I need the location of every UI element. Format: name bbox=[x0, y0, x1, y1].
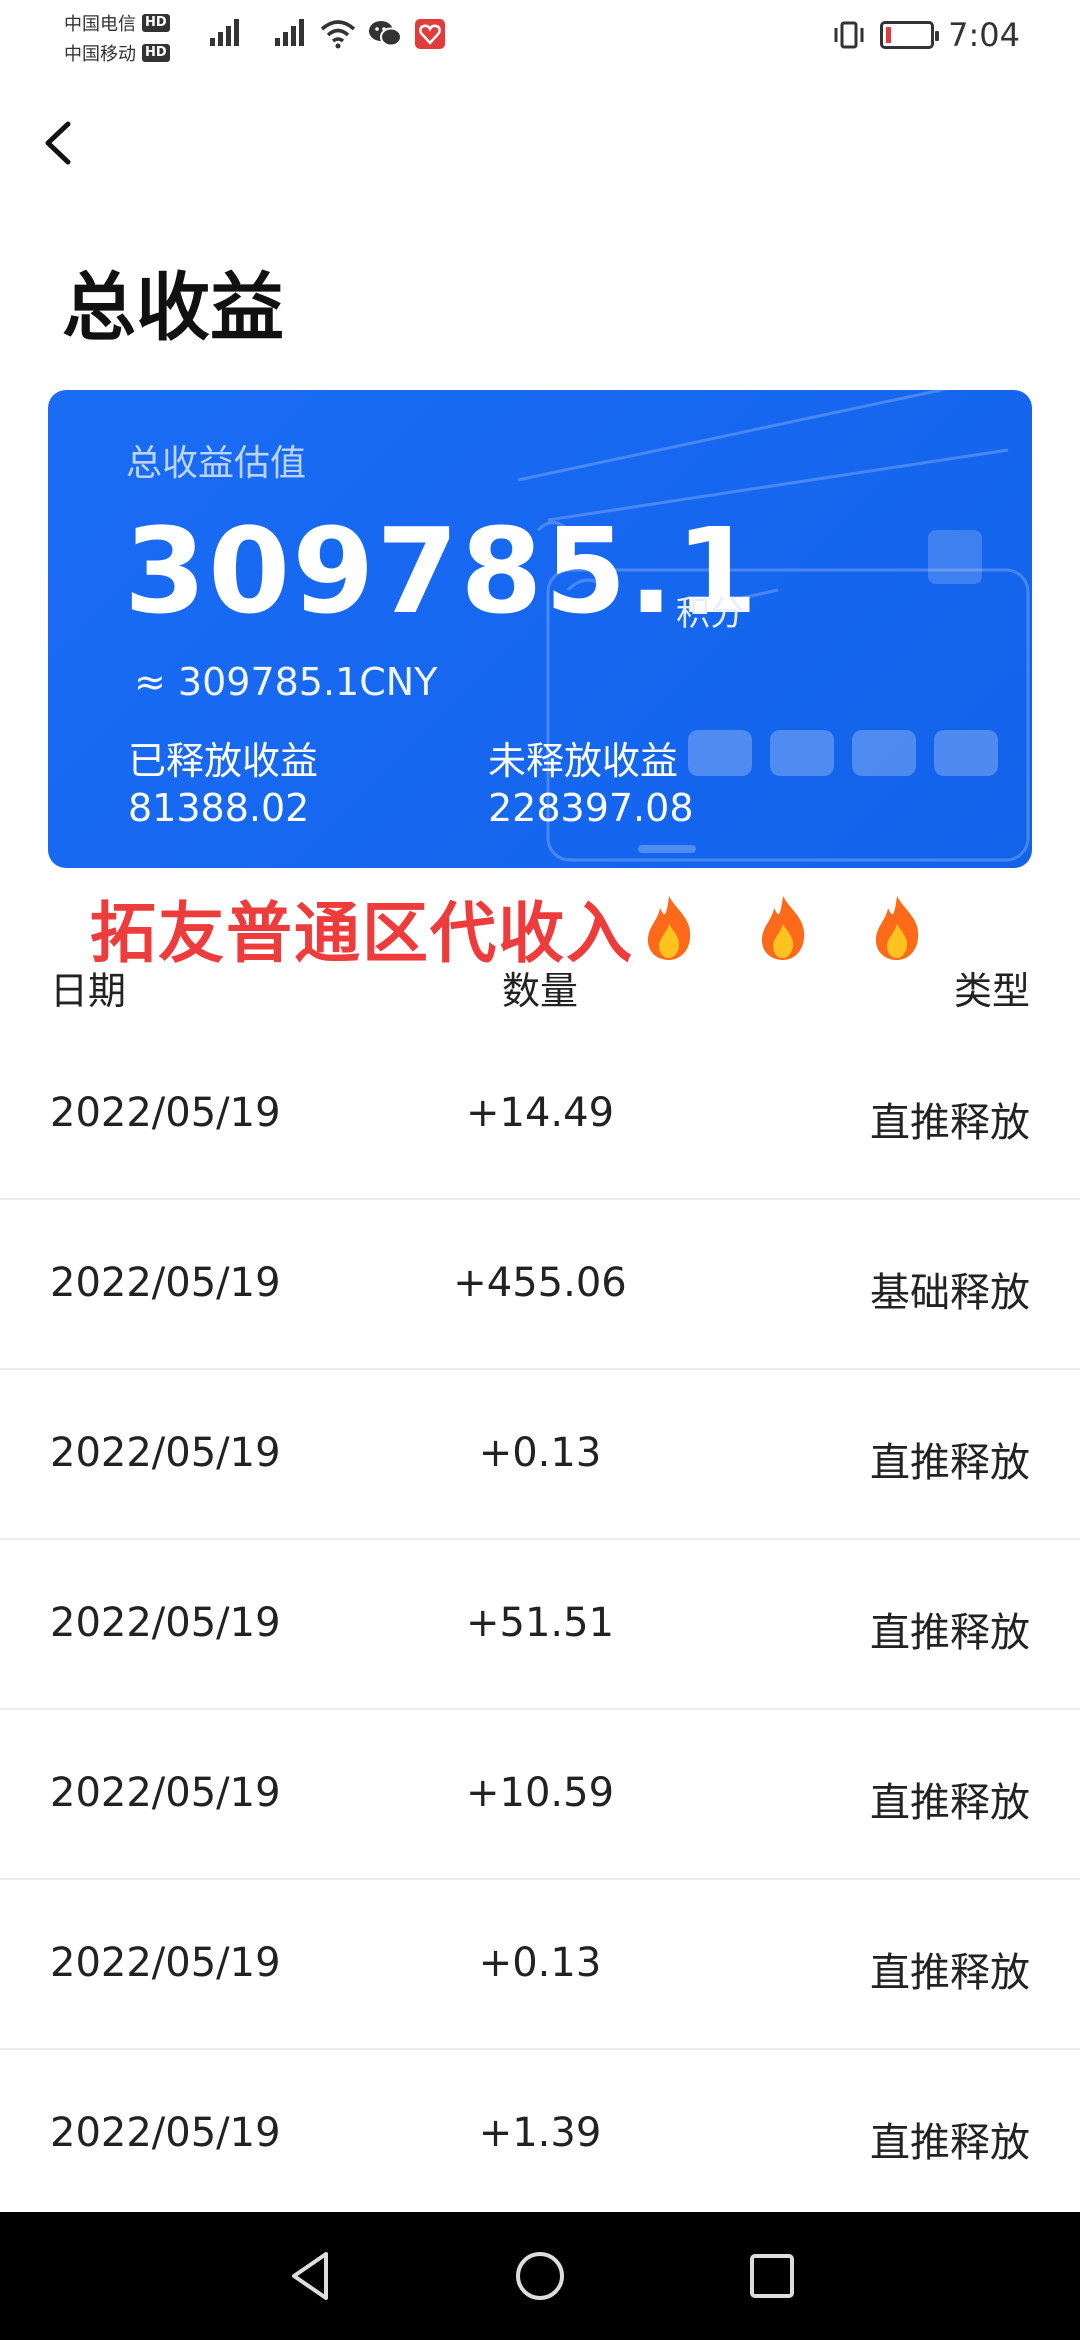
fire-icon bbox=[761, 896, 805, 960]
table-row: 2022/05/19 +0.13 直推释放 bbox=[0, 1880, 1080, 2050]
clock: 7:04 bbox=[948, 16, 1020, 54]
unreleased-earnings-label: 未释放收益 bbox=[488, 739, 679, 783]
table-row: 2022/05/19 +51.51 直推释放 bbox=[0, 1540, 1080, 1710]
nav-recent-icon[interactable] bbox=[744, 2248, 800, 2304]
row-type: 直推释放 bbox=[870, 1100, 1030, 1146]
carrier-label: 中国电信 bbox=[64, 14, 136, 35]
earnings-list: 2022/05/19 +14.49 直推释放 2022/05/19 +455.0… bbox=[0, 1030, 1080, 2220]
table-row: 2022/05/19 +0.13 直推释放 bbox=[0, 1370, 1080, 1540]
table-header: 日期 数量 类型 bbox=[0, 960, 1080, 1020]
carrier-mobile: 中国移动 HD bbox=[64, 40, 170, 66]
carrier-label: 中国移动 bbox=[64, 44, 136, 65]
app-notification-icon bbox=[415, 19, 445, 49]
header-type: 类型 bbox=[953, 969, 1030, 1013]
system-status: 7:04 bbox=[832, 16, 1020, 54]
row-type: 直推释放 bbox=[870, 1440, 1030, 1486]
table-row: 2022/05/19 +455.06 基础释放 bbox=[0, 1200, 1080, 1370]
hd-badge: HD bbox=[142, 44, 170, 62]
signal-icon bbox=[210, 18, 239, 46]
row-type: 基础释放 bbox=[870, 1270, 1030, 1316]
battery-low-icon bbox=[880, 21, 940, 49]
row-type: 直推释放 bbox=[870, 1610, 1030, 1656]
unreleased-earnings-value: 228397.08 bbox=[488, 786, 694, 830]
signal-group bbox=[210, 18, 304, 46]
header-amount: 数量 bbox=[501, 969, 578, 1013]
wifi-icon bbox=[320, 20, 356, 49]
cny-equivalent: ≈ 309785.1CNY bbox=[134, 660, 438, 704]
chevron-left-icon[interactable] bbox=[38, 118, 78, 168]
released-earnings-label: 已释放收益 bbox=[128, 739, 319, 783]
hd-badge: HD bbox=[142, 14, 170, 32]
nav-back-icon[interactable] bbox=[284, 2248, 340, 2304]
wechat-icon bbox=[369, 21, 402, 47]
system-nav-bar bbox=[0, 2212, 1080, 2340]
table-row: 2022/05/19 +10.59 直推释放 bbox=[0, 1710, 1080, 1880]
fire-icon bbox=[647, 896, 691, 960]
vibrate-icon bbox=[834, 21, 864, 49]
total-earnings-card: 总收益估值 309785.1 积分 ≈ 309785.1CNY 已释放收益 81… bbox=[48, 390, 1032, 868]
row-type: 直推释放 bbox=[870, 2120, 1030, 2166]
total-earnings-value: 309785.1 bbox=[124, 502, 760, 640]
row-type: 直推释放 bbox=[870, 1780, 1030, 1826]
status-bar: 中国电信 HD 中国移动 HD 7:04 bbox=[0, 0, 1080, 80]
carrier-telecom: 中国电信 HD bbox=[64, 10, 170, 36]
page-title: 总收益 bbox=[62, 265, 284, 351]
signal-icon bbox=[275, 18, 304, 46]
card-label: 总收益估值 bbox=[126, 443, 307, 484]
row-type: 直推释放 bbox=[870, 1950, 1030, 1996]
table-row: 2022/05/19 +14.49 直推释放 bbox=[0, 1030, 1080, 1200]
points-unit: 积分 bbox=[676, 594, 744, 634]
table-row: 2022/05/19 +1.39 直推释放 bbox=[0, 2050, 1080, 2220]
notification-icons bbox=[320, 18, 446, 50]
nav-home-icon[interactable] bbox=[512, 2248, 568, 2304]
fire-icon bbox=[875, 896, 919, 960]
released-earnings-value: 81388.02 bbox=[128, 786, 310, 830]
